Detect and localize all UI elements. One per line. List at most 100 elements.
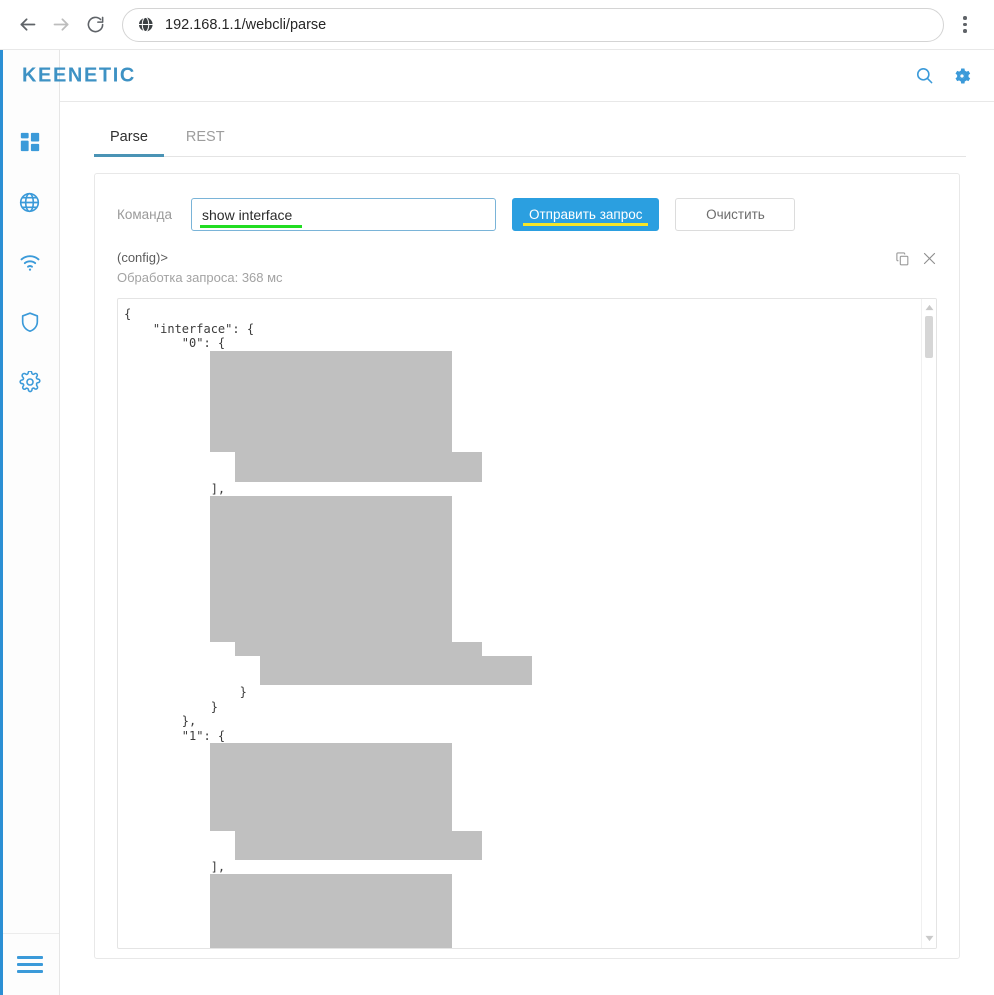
url-text: 192.168.1.1/webcli/parse: [165, 17, 326, 33]
content-area: Parse REST Команда Отправить запрос: [60, 102, 994, 995]
code-line-text: "interface": {: [124, 322, 254, 336]
redacted-value: [235, 642, 482, 657]
clear-button[interactable]: Очистить: [675, 198, 795, 231]
gear-icon[interactable]: [952, 66, 972, 86]
code-output-area[interactable]: { "interface": { "0": { " " " " " " " " …: [118, 299, 921, 948]
redacted-value: [210, 947, 452, 948]
globe-icon: [137, 16, 154, 33]
redacted-value: [210, 380, 452, 395]
code-line-text: ": [124, 380, 218, 394]
code-line: ": [124, 933, 921, 948]
redacted-value: [210, 743, 452, 758]
code-line: ": [124, 889, 921, 904]
code-line: ": [124, 612, 921, 627]
output-scrollbar[interactable]: [921, 299, 936, 948]
output-panel: { "interface": { "0": { " " " " " " " " …: [117, 298, 937, 949]
redacted-value: [210, 423, 452, 438]
code-line: ": [124, 787, 921, 802]
tab-rest[interactable]: REST: [170, 121, 241, 157]
output-actions: [895, 249, 937, 266]
redacted-value: [210, 758, 452, 773]
code-line-text: ": [124, 452, 247, 466]
browser-back-button[interactable]: [10, 8, 44, 42]
code-line-text: ": [124, 627, 218, 641]
code-line: {: [124, 307, 921, 322]
redacted-value: [210, 772, 452, 787]
redacted-value: [210, 409, 452, 424]
reload-icon: [86, 15, 105, 34]
redacted-value: [210, 874, 452, 889]
redacted-value: [210, 802, 452, 817]
code-line: ": [124, 438, 921, 453]
code-line-text: ": [124, 758, 218, 772]
sidebar-item-wifi[interactable]: [0, 232, 60, 292]
code-line-text: ": [124, 918, 218, 932]
code-line: "interface": {: [124, 322, 921, 337]
copy-icon[interactable]: [895, 251, 910, 266]
close-icon[interactable]: [922, 251, 937, 266]
command-row: Команда Отправить запрос Очистить: [117, 198, 937, 231]
browser-chrome: 192.168.1.1/webcli/parse: [0, 0, 994, 50]
code-line-text: }: [124, 685, 247, 699]
code-line: ": [124, 554, 921, 569]
redacted-value: [235, 452, 482, 467]
sidebar-item-internet[interactable]: [0, 172, 60, 232]
code-line-text: {: [124, 307, 131, 321]
code-line-text: ": [124, 845, 247, 859]
parse-card: Команда Отправить запрос Очистить: [94, 173, 960, 959]
code-line-text: ": [124, 394, 218, 408]
sidebar-item-dashboard[interactable]: [0, 112, 60, 172]
code-line-text: ": [124, 816, 218, 830]
redacted-value: [260, 656, 532, 671]
command-input-wrap: [191, 198, 496, 231]
shield-icon: [19, 311, 41, 333]
scroll-down-icon[interactable]: [922, 932, 936, 946]
submit-request-button[interactable]: Отправить запрос: [512, 198, 659, 231]
code-line-text: ": [124, 496, 218, 510]
submit-highlight-underline: [523, 223, 648, 226]
sidebar-item-management[interactable]: [0, 352, 60, 412]
browser-reload-button[interactable]: [78, 8, 112, 42]
browser-menu-button[interactable]: [950, 8, 980, 42]
browser-url-bar[interactable]: 192.168.1.1/webcli/parse: [122, 8, 944, 42]
code-line: ": [124, 918, 921, 933]
search-icon[interactable]: [915, 66, 934, 85]
brand-logo: KEENETIC: [22, 64, 136, 87]
redacted-value: [210, 511, 452, 526]
scroll-up-icon[interactable]: [922, 301, 936, 315]
scroll-thumb[interactable]: [925, 316, 933, 358]
close-glyph: [922, 251, 937, 266]
chevron-up-glyph: [925, 304, 934, 311]
code-line: ": [124, 743, 921, 758]
code-line: ": [124, 903, 921, 918]
burger-line: [17, 956, 43, 959]
command-label: Команда: [117, 207, 175, 222]
tab-parse[interactable]: Parse: [94, 121, 164, 157]
sidebar-toggle[interactable]: [0, 933, 59, 995]
arrow-right-icon: [51, 14, 72, 35]
submit-request-label: Отправить запрос: [529, 207, 642, 222]
redacted-value: [210, 816, 452, 831]
json-output: { "interface": { "0": { " " " " " " " " …: [124, 307, 921, 948]
code-line: ": [124, 583, 921, 598]
code-line: ": [124, 656, 921, 671]
code-line-text: ": [124, 351, 218, 365]
redacted-value: [235, 831, 482, 846]
code-line: ": [124, 423, 921, 438]
output-header: (config)> Обработка запроса: 368 мс: [117, 249, 937, 288]
sidebar-item-security[interactable]: [0, 292, 60, 352]
chevron-down-glyph: [925, 935, 934, 942]
browser-forward-button[interactable]: [44, 8, 78, 42]
code-line: ": [124, 772, 921, 787]
code-line: ": [124, 409, 921, 424]
code-line: }: [124, 700, 921, 715]
code-line-text: "0": {: [124, 336, 225, 350]
gear-icon: [19, 371, 41, 393]
code-line-text: ": [124, 642, 247, 656]
app-page: KEENETIC Parse: [0, 50, 994, 995]
command-input[interactable]: [191, 198, 496, 231]
redacted-value: [210, 365, 452, 380]
redacted-value: [210, 612, 452, 627]
burger-line: [17, 963, 43, 966]
code-line-text: ": [124, 933, 218, 947]
